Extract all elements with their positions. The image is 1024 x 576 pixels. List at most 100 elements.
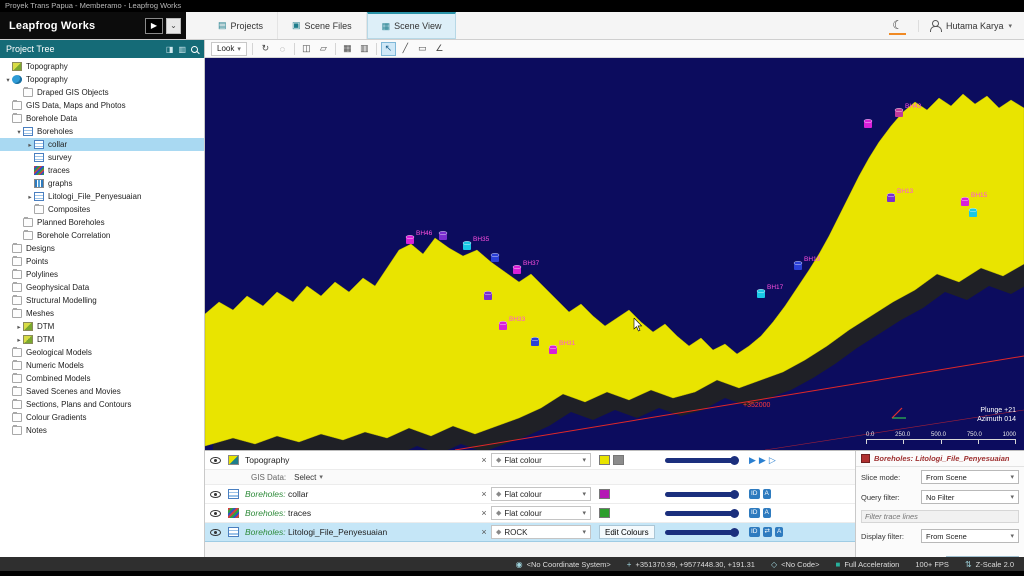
- ruler-icon[interactable]: ▭: [415, 42, 430, 56]
- tree-item-topography[interactable]: Topography: [0, 60, 204, 73]
- expander-icon[interactable]: ▸: [26, 193, 34, 201]
- tree-item-collar[interactable]: ▸collar: [0, 138, 204, 151]
- layout-panels-icon[interactable]: ▥: [178, 45, 186, 54]
- look-menu-button[interactable]: Look ▾: [211, 42, 247, 56]
- tree-item-geophysical-data[interactable]: Geophysical Data: [0, 281, 204, 294]
- query-filter-select[interactable]: No Filter ▾: [921, 490, 1019, 504]
- tree-item-borehole-data[interactable]: Borehole Data: [0, 112, 204, 125]
- layer-row-topography[interactable]: Topography×◆Flat colour▾▶▶▷: [205, 451, 855, 470]
- visibility-eye-icon[interactable]: [210, 457, 221, 464]
- colour-mode-select[interactable]: ◆Flat colour▾: [491, 506, 591, 520]
- play-menu-icon[interactable]: ▶: [145, 18, 163, 34]
- expander-icon[interactable]: ▸: [15, 323, 23, 331]
- badge-a[interactable]: A: [763, 489, 771, 499]
- tree-item-dtm[interactable]: ▸DTM: [0, 320, 204, 333]
- look-around-icon[interactable]: ◌: [275, 42, 290, 56]
- tree-item-structural-modelling[interactable]: Structural Modelling: [0, 294, 204, 307]
- search-icon[interactable]: [191, 46, 198, 53]
- badge-a[interactable]: A: [763, 508, 771, 518]
- tree-item-notes[interactable]: Notes: [0, 424, 204, 437]
- opacity-slider[interactable]: [665, 492, 737, 497]
- dock-icon[interactable]: ◨: [166, 45, 174, 54]
- colour-mode-select[interactable]: ◆ROCK▾: [491, 525, 591, 539]
- scene-3d-view[interactable]: BH46BH35BH37BH33BH31BH17BH19BH43BH13BH15: [205, 58, 1024, 450]
- slice-mode-select[interactable]: From Scene ▾: [921, 470, 1019, 484]
- expander-icon[interactable]: ▸: [15, 336, 23, 344]
- tree-item-geological-models[interactable]: Geological Models: [0, 346, 204, 359]
- draw-line-icon[interactable]: ╱: [398, 42, 413, 56]
- badge-a[interactable]: A: [775, 527, 783, 537]
- menu-chevron-icon[interactable]: ⌄: [166, 18, 181, 34]
- expander-icon[interactable]: ▸: [26, 141, 34, 149]
- tree-item-traces[interactable]: traces: [0, 164, 204, 177]
- remove-layer-icon[interactable]: ×: [477, 489, 491, 499]
- badge-id[interactable]: ID: [749, 527, 760, 537]
- badge-[interactable]: ⇄: [763, 527, 772, 537]
- tree-item-dtm[interactable]: ▸DTM: [0, 333, 204, 346]
- tree-item-boreholes[interactable]: ▾Boreholes: [0, 125, 204, 138]
- tree-item-composites[interactable]: Composites: [0, 203, 204, 216]
- tree-item-borehole-correlation[interactable]: Borehole Correlation: [0, 229, 204, 242]
- scene-viewport[interactable]: BH46BH35BH37BH33BH31BH17BH19BH43BH13BH15…: [205, 58, 1024, 450]
- tab-scene-view[interactable]: ▦Scene View: [367, 12, 457, 39]
- remove-layer-icon[interactable]: ×: [477, 508, 491, 518]
- acceleration-status[interactable]: ■ Full Acceleration: [835, 560, 899, 569]
- layer-row-traces[interactable]: Boreholes: traces×◆Flat colour▾IDA: [205, 504, 855, 523]
- play-scene-icon[interactable]: ▷: [769, 455, 776, 466]
- visibility-eye-icon[interactable]: [210, 491, 221, 498]
- opacity-slider[interactable]: [665, 458, 737, 463]
- tree-item-topography[interactable]: ▾Topography: [0, 73, 204, 86]
- layer-row-collar[interactable]: Boreholes: collar×◆Flat colour▾IDA: [205, 485, 855, 504]
- tree-item-saved-scenes-and-movies[interactable]: Saved Scenes and Movies: [0, 385, 204, 398]
- tree-item-planned-boreholes[interactable]: Planned Boreholes: [0, 216, 204, 229]
- opacity-slider[interactable]: [665, 511, 737, 516]
- tree-item-polylines[interactable]: Polylines: [0, 268, 204, 281]
- tree-item-designs[interactable]: Designs: [0, 242, 204, 255]
- opacity-slider[interactable]: [665, 530, 737, 535]
- tree-item-colour-gradients[interactable]: Colour Gradients: [0, 411, 204, 424]
- remove-layer-icon[interactable]: ×: [477, 455, 491, 465]
- visibility-eye-icon[interactable]: [210, 529, 221, 536]
- layout-icon[interactable]: ▥: [357, 42, 372, 56]
- expander-icon[interactable]: ▾: [4, 76, 12, 84]
- colour-mode-select[interactable]: ◆Flat colour▾: [491, 453, 591, 467]
- tree-item-survey[interactable]: survey: [0, 151, 204, 164]
- badge-id[interactable]: ID: [749, 489, 760, 499]
- user-menu[interactable]: Hutama Karya ▾: [918, 20, 1012, 32]
- zscale-status[interactable]: ⇅ Z-Scale 2.0: [965, 560, 1014, 569]
- measure-icon[interactable]: ∠: [432, 42, 447, 56]
- visibility-eye-icon[interactable]: [210, 510, 221, 517]
- edit-colours-button[interactable]: Edit Colours: [599, 525, 655, 539]
- colour-mode-select[interactable]: ◆Flat colour▾: [491, 487, 591, 501]
- render-scene-icon[interactable]: ▶: [749, 455, 756, 466]
- tree-item-draped-gis-objects[interactable]: Draped GIS Objects: [0, 86, 204, 99]
- coordinate-system-status[interactable]: ◉ <No Coordinate System>: [516, 560, 611, 569]
- tab-scene-files[interactable]: ▣Scene Files: [278, 12, 367, 39]
- colour-swatch[interactable]: [599, 455, 610, 465]
- tree-item-meshes[interactable]: Meshes: [0, 307, 204, 320]
- tree-item-sections-plans-and-contours[interactable]: Sections, Plans and Contours: [0, 398, 204, 411]
- tree-item-litologi-file-penyesuaian[interactable]: ▸Litologi_File_Penyesuaian: [0, 190, 204, 203]
- tree-item-numeric-models[interactable]: Numeric Models: [0, 359, 204, 372]
- display-filter-select[interactable]: From Scene ▾: [921, 529, 1019, 543]
- layer-row-litologi-file-penyesuaian[interactable]: Boreholes: Litologi_File_Penyesuaian×◆RO…: [205, 523, 855, 542]
- slicer-icon[interactable]: ◫: [299, 42, 314, 56]
- tree-item-combined-models[interactable]: Combined Models: [0, 372, 204, 385]
- colour-swatch[interactable]: [613, 455, 624, 465]
- rotate-view-icon[interactable]: ↻: [258, 42, 273, 56]
- remove-layer-icon[interactable]: ×: [477, 527, 491, 537]
- grid-icon[interactable]: ▦: [340, 42, 355, 56]
- badge-id[interactable]: ID: [749, 508, 760, 518]
- render-movie-icon[interactable]: ▶: [759, 455, 766, 466]
- tree-item-points[interactable]: Points: [0, 255, 204, 268]
- moving-plane-icon[interactable]: ▱: [316, 42, 331, 56]
- colour-swatch[interactable]: [599, 489, 610, 499]
- theme-moon-icon[interactable]: ☾: [887, 18, 908, 34]
- expander-icon[interactable]: ▾: [15, 128, 23, 136]
- select-arrow-icon[interactable]: ↖: [381, 42, 396, 56]
- colour-swatch[interactable]: [599, 508, 610, 518]
- tree-item-gis-data-maps-and-photos[interactable]: GIS Data, Maps and Photos: [0, 99, 204, 112]
- tree-item-graphs[interactable]: graphs: [0, 177, 204, 190]
- tab-projects[interactable]: ▤Projects: [204, 12, 278, 39]
- gis-data-select[interactable]: Select ▾: [294, 473, 323, 482]
